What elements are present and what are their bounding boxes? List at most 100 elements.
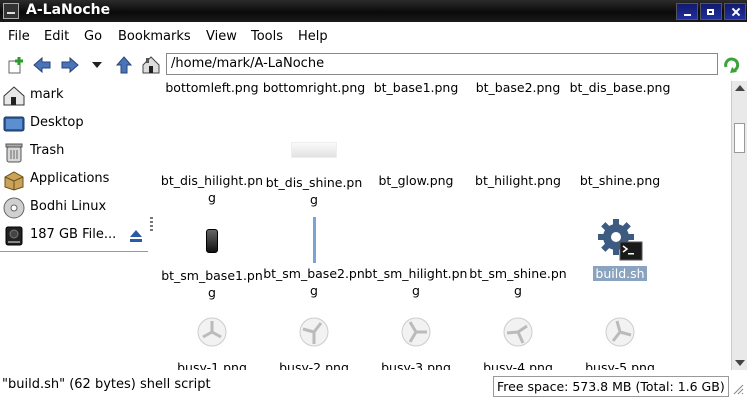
file-item[interactable]: busy-2.png — [262, 317, 366, 370]
file-item[interactable]: bt_hilight.png — [466, 136, 570, 189]
file-item[interactable]: bt_sm_hilight.png — [364, 217, 468, 299]
file-name: bt_sm_base1.png — [161, 268, 263, 300]
file-name: bt_glow.png — [378, 173, 454, 188]
file-name: bottomleft.png — [165, 81, 259, 95]
busy-spinner-thumbnail — [299, 317, 329, 347]
sidebar-item-trash[interactable]: Trash — [0, 139, 148, 165]
sidebar-divider — [0, 251, 148, 252]
file-view: bottomleft.png bottomright.png bt_base1.… — [158, 81, 730, 370]
status-bar: "build.sh" (62 bytes) shell script Free … — [0, 374, 747, 400]
home-icon[interactable] — [140, 54, 162, 76]
location-bar[interactable]: /home/mark/A-LaNoche — [166, 53, 718, 75]
selection-status: "build.sh" (62 bytes) shell script — [2, 377, 211, 392]
file-item[interactable]: bt_base1.png — [364, 81, 468, 96]
sidebar-item-label: mark — [30, 87, 64, 102]
close-button[interactable] — [724, 3, 746, 20]
forward-arrow-icon[interactable] — [59, 54, 81, 76]
vertical-scrollbar[interactable] — [731, 81, 747, 370]
file-name: bt_shine.png — [579, 173, 661, 188]
applications-icon — [3, 169, 25, 191]
menu-bookmarks[interactable]: Bookmarks — [118, 29, 191, 44]
sidebar-item-label: Bodhi Linux — [30, 199, 107, 214]
file-name: busy-1.png — [177, 360, 247, 370]
file-item[interactable]: bt_sm_base1.png — [160, 217, 264, 301]
file-item[interactable]: bottomright.png — [262, 81, 366, 96]
window-title: A-LaNoche — [26, 2, 111, 18]
window-menu-icon[interactable] — [3, 3, 19, 19]
trash-icon — [3, 141, 25, 163]
resize-grip-icon[interactable] — [731, 378, 745, 396]
free-space-status: Free space: 573.8 MB (Total: 1.6 GB) — [493, 376, 729, 397]
toolbar: /home/mark/A-LaNoche — [0, 51, 747, 79]
file-name: bt_sm_shine.png — [469, 266, 567, 298]
busy-spinner-thumbnail — [197, 317, 227, 347]
scrollbar-thumb[interactable] — [734, 123, 745, 153]
file-name: build.sh — [593, 266, 647, 281]
back-arrow-icon[interactable] — [31, 54, 53, 76]
sidebar-item-mark[interactable]: mark — [0, 83, 148, 109]
file-item[interactable]: busy-3.png — [364, 317, 468, 370]
file-name: bt_sm_base2.png — [263, 266, 365, 298]
title-bar: A-LaNoche — [0, 0, 747, 22]
scroll-up-arrow-icon[interactable] — [735, 85, 745, 91]
file-item[interactable]: bt_base2.png — [466, 81, 570, 96]
sidebar-item-label: Desktop — [30, 115, 84, 130]
file-name: busy-4.png — [483, 360, 553, 370]
maximize-button[interactable] — [700, 3, 722, 20]
file-item[interactable]: bottomleft.png — [160, 81, 264, 96]
file-name: bt_base2.png — [475, 81, 561, 95]
file-name-wrap: build.sh — [568, 265, 672, 282]
scroll-down-arrow-icon[interactable] — [735, 360, 745, 366]
pane-resize-handle[interactable] — [149, 215, 155, 235]
sidebar-item-desktop[interactable]: Desktop — [0, 111, 148, 137]
sidebar-item-applications[interactable]: Applications — [0, 167, 148, 193]
sidebar-item-label: Trash — [30, 143, 65, 158]
sidebar-item-label: 187 GB File... — [30, 227, 117, 242]
file-item[interactable]: busy-1.png — [160, 317, 264, 370]
file-item[interactable]: bt_glow.png — [364, 136, 468, 189]
file-item[interactable]: bt_dis_shine.png — [262, 136, 366, 208]
sidebar-item-filesystem[interactable]: 187 GB File... — [0, 223, 148, 249]
menu-file[interactable]: File — [8, 29, 30, 44]
menu-help[interactable]: Help — [298, 29, 328, 44]
menu-view[interactable]: View — [206, 29, 237, 44]
file-item[interactable]: bt_dis_base.png — [568, 81, 672, 96]
file-item[interactable]: bt_shine.png — [568, 136, 672, 189]
file-item[interactable]: bt_sm_shine.png — [466, 217, 570, 299]
file-name: bt_hilight.png — [475, 173, 561, 188]
image-thumbnail — [206, 229, 218, 253]
file-name: bt_dis_shine.png — [265, 175, 363, 207]
file-name: busy-5.png — [585, 360, 655, 370]
busy-spinner-thumbnail — [503, 317, 533, 347]
disc-icon — [3, 197, 25, 219]
file-name: bt_dis_hilight.png — [160, 173, 264, 205]
file-name: bottomright.png — [262, 81, 366, 95]
menu-bar: File Edit Go Bookmarks View Tools Help — [0, 25, 747, 49]
menu-edit[interactable]: Edit — [44, 29, 69, 44]
file-item[interactable]: busy-5.png — [568, 317, 672, 370]
history-dropdown-icon[interactable] — [86, 54, 108, 76]
go-icon[interactable] — [721, 54, 743, 76]
sidebar-item-bodhi-linux[interactable]: Bodhi Linux — [0, 195, 148, 221]
up-arrow-icon[interactable] — [113, 54, 135, 76]
file-name: busy-3.png — [381, 360, 451, 370]
places-sidebar: mark Desktop Trash Applications Bodhi Li… — [0, 81, 148, 370]
menu-go[interactable]: Go — [84, 29, 102, 44]
file-name: bt_sm_hilight.png — [364, 266, 468, 298]
file-item[interactable]: bt_dis_hilight.png — [160, 136, 264, 206]
menu-tools[interactable]: Tools — [251, 29, 283, 44]
busy-spinner-thumbnail — [605, 317, 635, 347]
file-item[interactable]: bt_sm_base2.png — [262, 217, 366, 299]
file-item[interactable]: busy-4.png — [466, 317, 570, 370]
sidebar-item-label: Applications — [30, 171, 110, 186]
home-folder-icon — [3, 85, 25, 107]
image-thumbnail — [312, 217, 316, 263]
new-tab-icon[interactable] — [5, 54, 27, 76]
eject-icon[interactable] — [128, 228, 144, 248]
file-item-selected[interactable]: build.sh — [568, 217, 672, 282]
minimize-button[interactable] — [676, 3, 698, 20]
drive-icon — [3, 225, 25, 247]
busy-spinner-thumbnail — [401, 317, 431, 347]
image-thumbnail — [291, 142, 337, 158]
script-gear-icon — [596, 217, 644, 265]
